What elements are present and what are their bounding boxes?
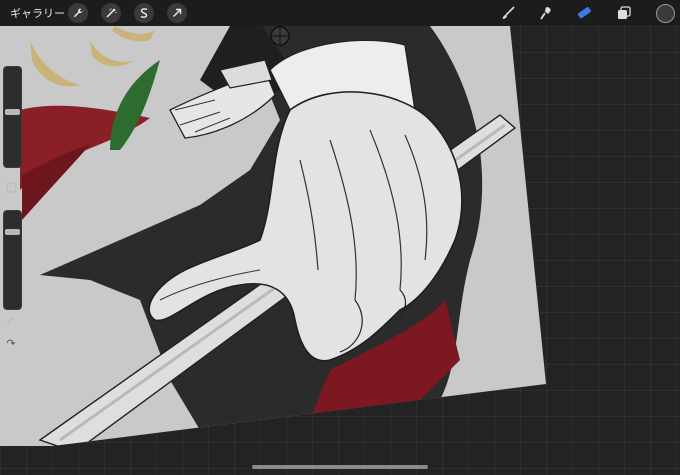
left-sidebar: ↶ ↷	[0, 60, 22, 350]
brush-size-slider[interactable]	[3, 66, 22, 168]
magic-wand-icon[interactable]	[101, 3, 121, 23]
brush-icon[interactable]	[497, 3, 519, 23]
home-indicator	[252, 465, 428, 469]
smudge-icon[interactable]	[535, 3, 557, 23]
square-icon[interactable]	[4, 180, 18, 194]
arrow-cursor-icon[interactable]	[167, 3, 187, 23]
selection-s-icon[interactable]	[134, 3, 154, 23]
undo-icon[interactable]: ↶	[4, 315, 18, 329]
drawing-canvas[interactable]	[0, 0, 680, 475]
gallery-button[interactable]: ギャラリー	[10, 5, 65, 21]
wrench-icon[interactable]	[68, 3, 88, 23]
redo-icon[interactable]: ↷	[4, 336, 18, 350]
opacity-knob[interactable]	[5, 229, 20, 235]
top-toolbar: ギャラリー	[0, 0, 680, 26]
opacity-slider[interactable]	[3, 210, 22, 310]
color-picker[interactable]	[656, 4, 675, 23]
eraser-icon[interactable]	[573, 3, 595, 23]
layers-icon[interactable]	[613, 3, 635, 23]
brush-size-knob[interactable]	[5, 109, 20, 115]
